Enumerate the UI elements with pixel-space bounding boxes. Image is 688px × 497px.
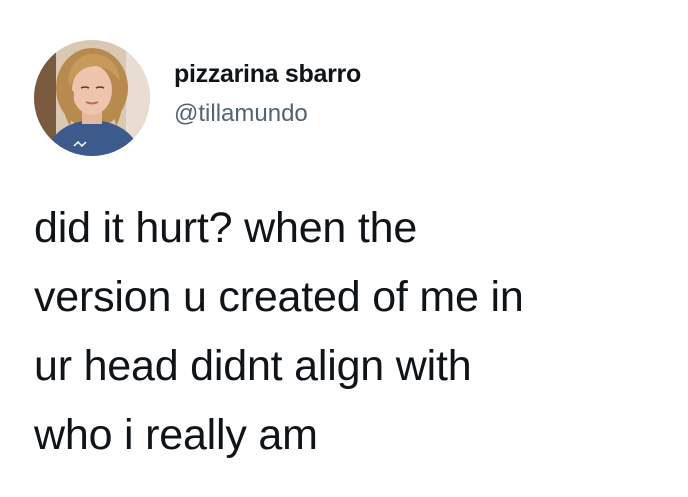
user-handle[interactable]: @tillamundo — [174, 100, 308, 128]
avatar[interactable] — [34, 40, 150, 156]
tweet-card: pizzarina sbarro @tillamundo did it hurt… — [0, 0, 688, 497]
profile-photo-icon — [34, 40, 150, 156]
display-name[interactable]: pizzarina sbarro — [174, 60, 361, 89]
tweet-text-line: did it hurt? when the — [34, 204, 418, 252]
tweet-text-line: ur head didnt align with — [34, 342, 472, 390]
tweet-text-line: who i really am — [34, 411, 318, 459]
tweet-text-line: version u created of me in — [34, 273, 524, 321]
tweet-text: did it hurt? when the version u created … — [34, 194, 674, 470]
